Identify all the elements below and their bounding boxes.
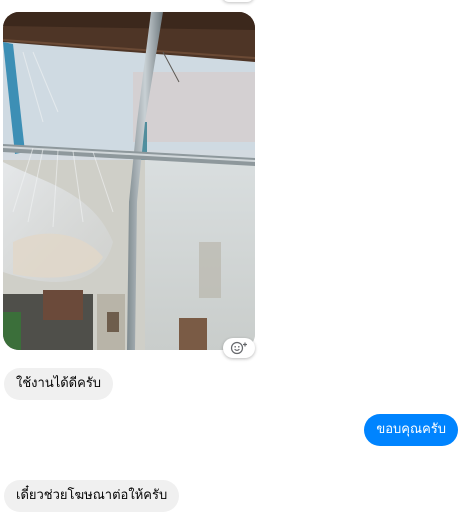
previous-message-reaction-edge — [222, 0, 254, 2]
photo-message[interactable] — [3, 12, 255, 350]
outgoing-message-bubble[interactable]: ขอบคุณครับ — [364, 414, 458, 446]
incoming-message-bubble[interactable]: เดี๋ยวช่วยโฆษณาต่อให้ครับ — [4, 480, 180, 512]
incoming-message-bubble[interactable]: ใช้งานได้ดีครับ — [4, 368, 114, 400]
greenhouse-sprinkler-photo — [3, 12, 255, 350]
add-reaction-button[interactable] — [223, 338, 255, 358]
smiley-add-reaction-icon — [230, 341, 247, 355]
message-thread: ใช้งานได้ดีครับ ขอบคุณครับ เดี๋ยวช่วยโฆษ… — [0, 0, 460, 524]
